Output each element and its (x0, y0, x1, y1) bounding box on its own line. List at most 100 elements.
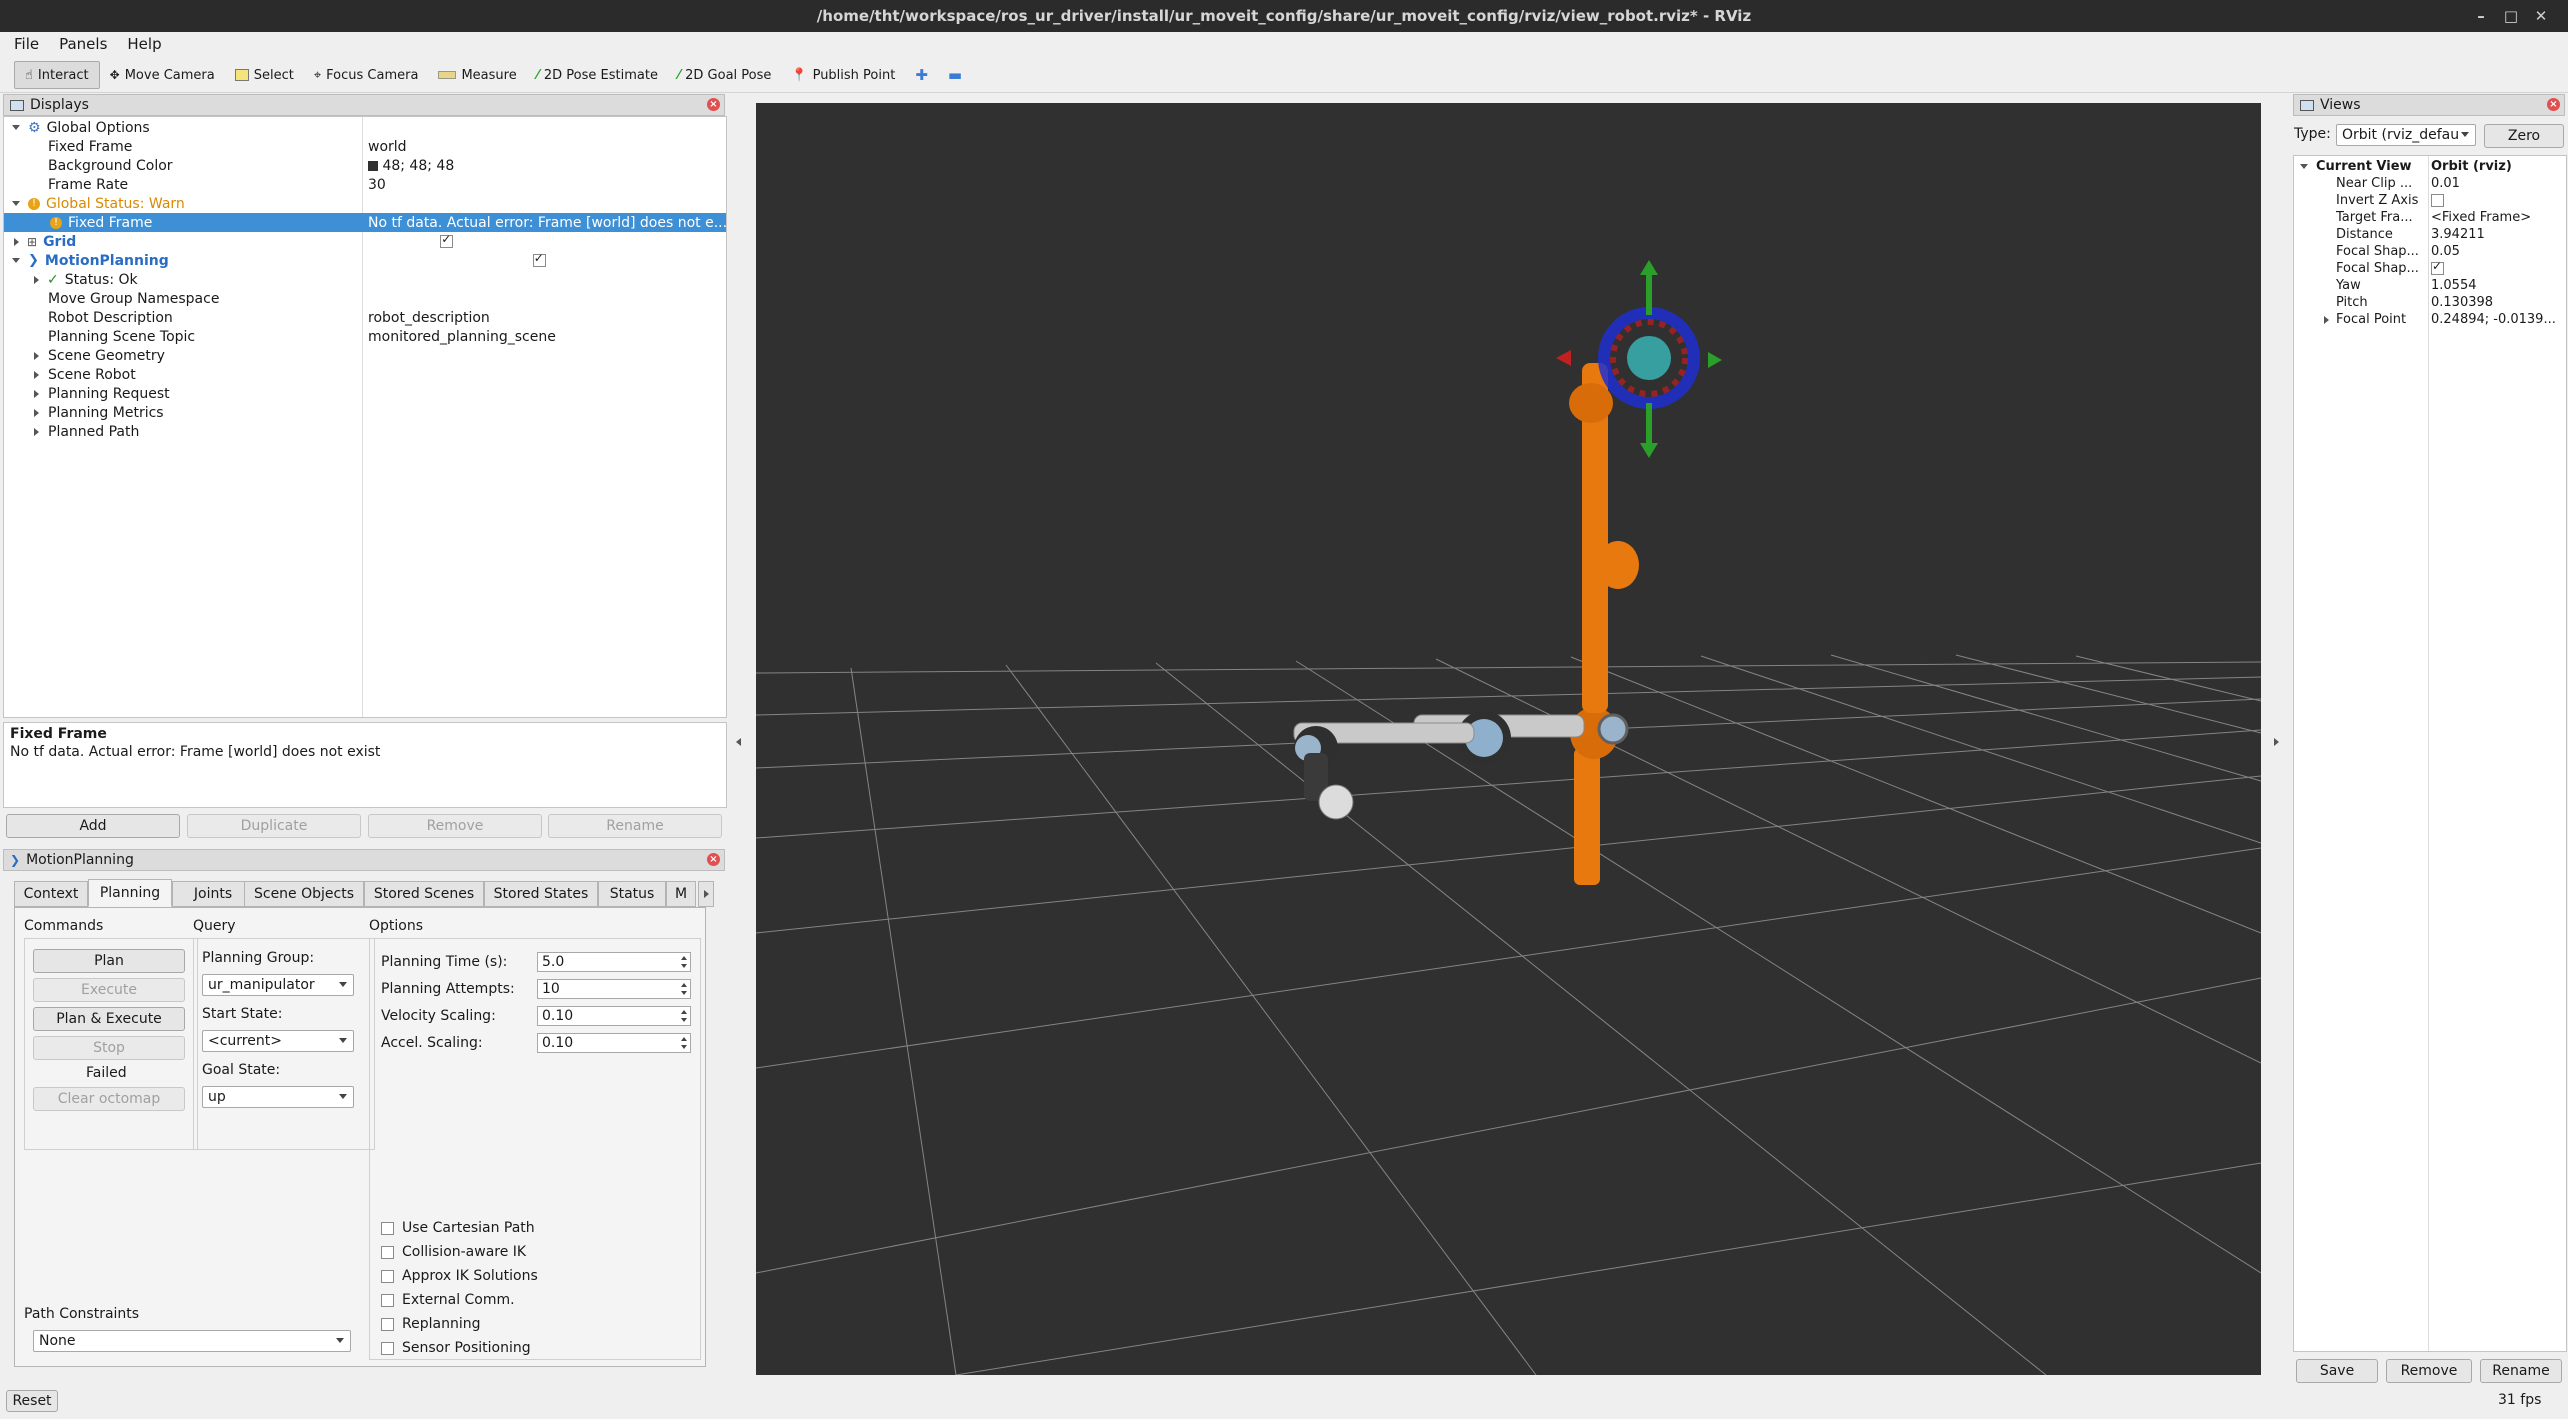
tab-scene-objects[interactable]: Scene Objects (244, 881, 364, 907)
yaw-value[interactable]: 1.0554 (2431, 278, 2477, 293)
pose-estimate-tool[interactable]: ⁄ 2D Pose Estimate (527, 62, 668, 88)
plan-button[interactable]: Plan (33, 949, 185, 973)
rename-view-button[interactable]: Rename (2480, 1359, 2562, 1383)
interact-tool[interactable]: ☝ Interact (14, 61, 100, 89)
spin-up-icon[interactable] (681, 1037, 687, 1041)
spin-down-icon[interactable] (681, 991, 687, 995)
tree-row-motion-planning[interactable]: ❯ MotionPlanning (4, 251, 726, 270)
select-tool[interactable]: Select (225, 62, 304, 88)
approx-ik-checkbox[interactable] (381, 1269, 394, 1283)
collision-ik-option[interactable]: Collision-aware IK (381, 1244, 526, 1260)
tree-row-planning-request[interactable]: Planning Request (4, 384, 726, 403)
pitch-value[interactable]: 0.130398 (2431, 295, 2493, 310)
execute-button[interactable]: Execute (33, 978, 185, 1002)
tree-row-global-options[interactable]: ⚙ Global Options (4, 118, 726, 137)
collision-ik-checkbox[interactable] (381, 1245, 394, 1259)
expand-icon[interactable] (34, 427, 39, 436)
tree-row-planning-scene-topic[interactable]: Planning Scene Topic monitored_planning_… (4, 327, 726, 346)
expand-icon[interactable] (12, 258, 20, 263)
tree-row-move-group-ns[interactable]: Move Group Namespace (4, 289, 726, 308)
planning-attempts-input[interactable]: 10 (537, 979, 691, 999)
tab-stored-scenes[interactable]: Stored Scenes (364, 881, 484, 907)
near-clip-value[interactable]: 0.01 (2431, 176, 2460, 191)
approx-ik-option[interactable]: Approx IK Solutions (381, 1268, 538, 1284)
spin-up-icon[interactable] (681, 956, 687, 960)
grid-enabled-checkbox[interactable] (440, 232, 454, 248)
planning-group-select[interactable]: ur_manipulator (202, 974, 354, 996)
expand-icon[interactable] (34, 370, 39, 379)
goal-pose-tool[interactable]: ⁄ 2D Goal Pose (668, 62, 781, 88)
distance-value[interactable]: 3.94211 (2431, 227, 2485, 242)
reset-button[interactable]: Reset (6, 1390, 58, 1412)
goal-state-select[interactable]: up (202, 1086, 354, 1108)
menu-panels[interactable]: Panels (59, 35, 107, 53)
expand-icon[interactable] (34, 351, 39, 360)
replanning-option[interactable]: Replanning (381, 1316, 480, 1332)
tab-stored-states[interactable]: Stored States (484, 881, 598, 907)
velocity-scaling-input[interactable]: 0.10 (537, 1006, 691, 1026)
external-comm-option[interactable]: External Comm. (381, 1292, 515, 1308)
add-tool-button[interactable]: ✚ (905, 62, 938, 88)
spin-down-icon[interactable] (681, 1018, 687, 1022)
use-cartesian-checkbox[interactable] (381, 1221, 394, 1235)
sensor-positioning-option[interactable]: Sensor Positioning (381, 1340, 531, 1356)
sensor-positioning-checkbox[interactable] (381, 1341, 394, 1355)
tree-row-scene-geometry[interactable]: Scene Geometry (4, 346, 726, 365)
tree-row-grid[interactable]: ⊞ Grid (4, 232, 726, 251)
menu-file[interactable]: File (14, 35, 39, 53)
save-view-button[interactable]: Save (2296, 1359, 2378, 1383)
expand-icon[interactable] (2300, 164, 2308, 169)
tree-row-status-ok[interactable]: ✓ Status: Ok (4, 270, 726, 289)
close-icon[interactable]: ✕ (2526, 0, 2556, 32)
menu-help[interactable]: Help (127, 35, 161, 53)
remove-view-button[interactable]: Remove (2386, 1359, 2472, 1383)
maximize-icon[interactable]: □ (2496, 0, 2526, 32)
focal-point-value[interactable]: 0.24894; -0.0139... (2431, 312, 2556, 327)
measure-tool[interactable]: Measure (428, 62, 526, 88)
publish-point-tool[interactable]: 📍 Publish Point (781, 62, 905, 88)
collapse-right-handle[interactable] (2274, 732, 2279, 750)
planning-time-input[interactable]: 5.0 (537, 952, 691, 972)
render-viewport[interactable] (756, 103, 2261, 1375)
focus-camera-tool[interactable]: ⌖ Focus Camera (304, 62, 429, 88)
focal-shape-size-value[interactable]: 0.05 (2431, 244, 2460, 259)
expand-icon[interactable] (34, 275, 39, 284)
add-display-button[interactable]: Add (6, 814, 180, 838)
tree-row-frame-rate[interactable]: Frame Rate 30 (4, 175, 726, 194)
tree-row-planned-path[interactable]: Planned Path (4, 422, 726, 441)
frame-rate-value[interactable]: 30 (368, 177, 386, 193)
tab-overflow[interactable]: M (666, 881, 696, 907)
tree-row-planning-metrics[interactable]: Planning Metrics (4, 403, 726, 422)
expand-icon[interactable] (34, 408, 39, 417)
use-cartesian-option[interactable]: Use Cartesian Path (381, 1220, 535, 1236)
accel-scaling-input[interactable]: 0.10 (537, 1033, 691, 1053)
tree-row-background-color[interactable]: Background Color 48; 48; 48 (4, 156, 726, 175)
tree-row-global-status[interactable]: ! Global Status: Warn (4, 194, 726, 213)
tree-row-scene-robot[interactable]: Scene Robot (4, 365, 726, 384)
tab-scroll-right[interactable] (698, 881, 714, 907)
plan-execute-button[interactable]: Plan & Execute (33, 1007, 185, 1031)
start-state-select[interactable]: <current> (202, 1030, 354, 1052)
path-constraints-select[interactable]: None (33, 1330, 351, 1352)
fixed-frame-value[interactable]: world (368, 139, 407, 155)
close-panel-icon[interactable]: × (2547, 98, 2560, 111)
focal-shape-fixed-checkbox[interactable] (2431, 259, 2444, 275)
expand-icon[interactable] (2324, 315, 2329, 324)
clear-octomap-button[interactable]: Clear octomap (33, 1087, 185, 1111)
zero-view-button[interactable]: Zero (2484, 124, 2564, 148)
tab-joints[interactable]: Joints (172, 881, 254, 907)
motion-planning-enabled-checkbox[interactable] (532, 251, 546, 267)
expand-icon[interactable] (14, 237, 19, 246)
spin-down-icon[interactable] (681, 1045, 687, 1049)
expand-icon[interactable] (34, 389, 39, 398)
replanning-checkbox[interactable] (381, 1317, 394, 1331)
spin-up-icon[interactable] (681, 1010, 687, 1014)
tab-status[interactable]: Status (598, 881, 666, 907)
view-type-select[interactable]: Orbit (rviz_defau (2336, 124, 2476, 146)
displays-tree[interactable]: ⚙ Global Options Fixed Frame world Backg… (3, 116, 727, 718)
tab-planning[interactable]: Planning (88, 879, 172, 907)
move-camera-tool[interactable]: ✥ Move Camera (100, 62, 225, 88)
remove-tool-button[interactable]: ▬ (938, 62, 972, 88)
robot-description-value[interactable]: robot_description (368, 310, 490, 326)
tree-row-status-fixed-frame[interactable]: ! Fixed Frame No tf data. Actual error: … (4, 213, 727, 232)
